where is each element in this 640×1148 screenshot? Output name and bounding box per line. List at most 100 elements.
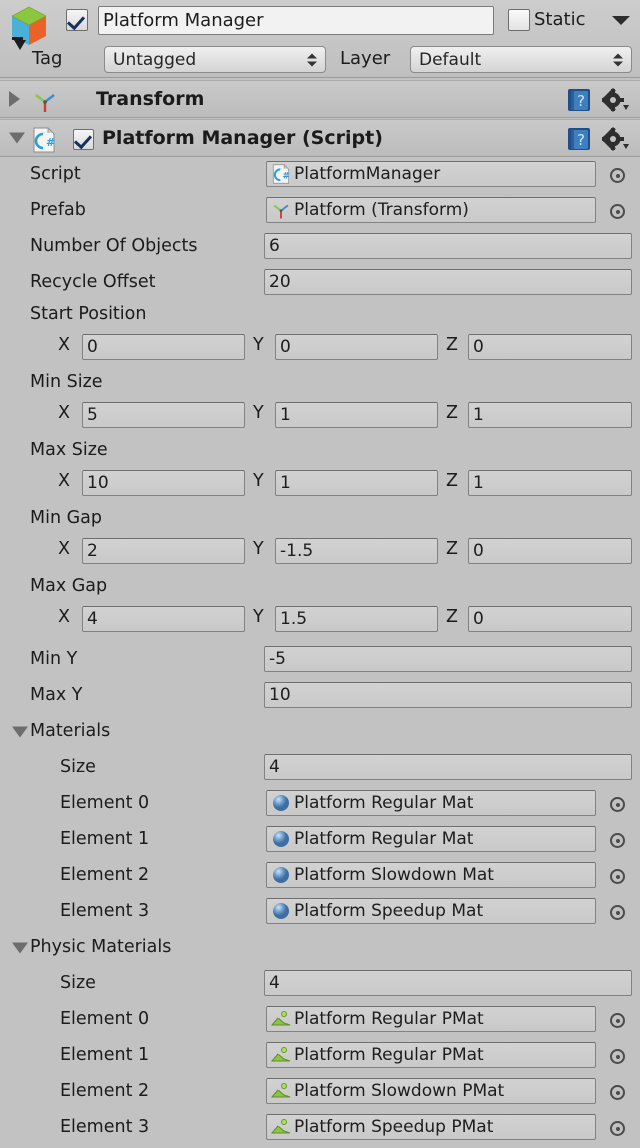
materials-foldout-icon[interactable] (12, 726, 28, 738)
layer-value: Default (419, 49, 482, 70)
max-size-x-input[interactable]: 10 (82, 470, 245, 496)
material-element-1-picker-icon[interactable] (610, 833, 625, 848)
material-element-3-picker-icon[interactable] (610, 905, 625, 920)
array-header-physic-materials[interactable]: Physic Materials (0, 930, 640, 966)
physic-materials-foldout-icon[interactable] (12, 942, 28, 954)
min-size-x-input[interactable]: 5 (82, 402, 245, 428)
layer-dropdown[interactable]: Default (410, 46, 632, 73)
axis-label-x: X (58, 471, 70, 491)
property-row-prefab: Prefab Platform (Transform) (0, 193, 640, 229)
property-row-script: Script # PlatformManager (0, 157, 640, 193)
min-gap-z-value: 0 (473, 541, 484, 561)
component-header-transform[interactable]: Transform ? (0, 80, 640, 118)
physic-material-element-0-value: Platform Regular PMat (294, 1009, 484, 1029)
min-y-label: Min Y (30, 649, 78, 669)
physic-material-element-2-field[interactable]: Platform Slowdown PMat (266, 1078, 596, 1104)
physic-material-element-0-field[interactable]: Platform Regular PMat (266, 1006, 596, 1032)
static-checkbox[interactable] (508, 9, 530, 31)
property-row-physic-materials-size: Size 4 (0, 966, 640, 1002)
material-element-0-field[interactable]: Platform Regular Mat (266, 790, 596, 816)
start-position-y-input[interactable]: 0 (275, 334, 438, 360)
max-gap-x-input[interactable]: 4 (82, 606, 245, 632)
gameobject-active-checkbox[interactable] (66, 9, 88, 31)
max-gap-z-value: 0 (473, 609, 484, 629)
max-gap-y-input[interactable]: 1.5 (275, 606, 438, 632)
tag-dropdown[interactable]: Untagged (104, 46, 326, 73)
prefab-object-field[interactable]: Platform (Transform) (266, 197, 596, 223)
help-book-icon[interactable]: ? (566, 126, 592, 152)
layer-label: Layer (340, 48, 391, 69)
min-size-vector-row: X 5 Y 1 Z 1 (0, 398, 640, 434)
min-gap-y-input[interactable]: -1.5 (275, 538, 438, 564)
min-y-input[interactable]: -5 (264, 646, 632, 672)
static-dropdown-arrow-icon[interactable] (612, 16, 630, 25)
min-size-label: Min Size (30, 372, 103, 392)
array-header-materials[interactable]: Materials (0, 714, 640, 750)
materials-size-input[interactable]: 4 (264, 754, 632, 780)
svg-text:?: ? (577, 131, 585, 149)
gear-icon[interactable] (602, 127, 630, 153)
script-object-picker-icon[interactable] (610, 168, 625, 183)
start-position-x-input[interactable]: 0 (82, 334, 245, 360)
material-sphere-icon (273, 903, 289, 919)
physic-material-element-3-value: Platform Speedup PMat (294, 1117, 494, 1137)
prefab-object-picker-icon[interactable] (610, 204, 625, 219)
material-element-1-field[interactable]: Platform Regular Mat (266, 826, 596, 852)
gear-icon[interactable] (602, 88, 630, 114)
material-element-0-label: Element 0 (60, 793, 150, 813)
physic-material-element-1-picker-icon[interactable] (610, 1049, 625, 1064)
number-of-objects-input[interactable]: 6 (264, 233, 632, 259)
platform-manager-enabled-checkbox[interactable] (73, 129, 94, 150)
recycle-offset-value: 20 (269, 272, 291, 292)
physic-material-element-0-label: Element 0 (60, 1009, 150, 1029)
script-value: PlatformManager (294, 164, 441, 184)
recycle-offset-input[interactable]: 20 (264, 269, 632, 295)
physic-material-element-1-value: Platform Regular PMat (294, 1045, 484, 1065)
material-element-0-picker-icon[interactable] (610, 797, 625, 812)
prefab-value: Platform (Transform) (294, 200, 469, 220)
max-size-z-input[interactable]: 1 (468, 470, 632, 496)
max-size-vector-row: X 10 Y 1 Z 1 (0, 466, 640, 502)
axis-label-y: Y (253, 607, 264, 627)
physic-material-element-0-picker-icon[interactable] (610, 1013, 625, 1028)
property-row-materials-size: Size 4 (0, 750, 640, 786)
material-element-3-field[interactable]: Platform Speedup Mat (266, 898, 596, 924)
min-gap-x-input[interactable]: 2 (82, 538, 245, 564)
physic-material-icon (271, 1119, 291, 1134)
gameobject-name-input[interactable]: Platform Manager (98, 6, 494, 35)
script-object-field[interactable]: # PlatformManager (266, 161, 596, 187)
help-book-icon[interactable]: ? (566, 87, 592, 113)
physic-material-icon (271, 1011, 291, 1026)
transform-title: Transform (96, 88, 205, 110)
max-gap-label: Max Gap (30, 576, 108, 596)
physic-materials-size-input[interactable]: 4 (264, 970, 632, 996)
max-gap-vector-row: X 4 Y 1.5 Z 0 (0, 602, 640, 638)
component-header-platform-manager[interactable]: # Platform Manager (Script) ? (0, 119, 640, 157)
max-gap-z-input[interactable]: 0 (468, 606, 632, 632)
material-element-2-picker-icon[interactable] (610, 869, 625, 884)
axis-label-x: X (58, 335, 70, 355)
material-element-2-field[interactable]: Platform Slowdown Mat (266, 862, 596, 888)
physic-material-element-1-field[interactable]: Platform Regular PMat (266, 1042, 596, 1068)
physic-material-element-1-label: Element 1 (60, 1045, 150, 1065)
gameobject-name-value: Platform Manager (103, 9, 264, 31)
material-sphere-icon (273, 867, 289, 883)
physic-material-element-2-picker-icon[interactable] (610, 1085, 625, 1100)
start-position-z-input[interactable]: 0 (468, 334, 632, 360)
platform-manager-foldout-icon[interactable] (9, 132, 25, 144)
max-size-y-input[interactable]: 1 (275, 470, 438, 496)
list-item-physic-material-2: Element 2 Platform Slowdown PMat (0, 1074, 640, 1110)
transform-foldout-icon[interactable] (9, 91, 20, 107)
svg-text:#: # (46, 136, 55, 149)
physic-material-element-3-picker-icon[interactable] (610, 1121, 625, 1136)
physic-material-icon (271, 1047, 291, 1062)
max-y-input[interactable]: 10 (264, 682, 632, 708)
max-gap-y-value: 1.5 (280, 609, 308, 629)
physic-material-element-3-field[interactable]: Platform Speedup PMat (266, 1114, 596, 1140)
min-gap-z-input[interactable]: 0 (468, 538, 632, 564)
physic-materials-size-label: Size (60, 973, 96, 993)
physic-material-element-2-value: Platform Slowdown PMat (294, 1081, 505, 1101)
physic-materials-size-value: 4 (269, 973, 280, 993)
min-size-z-input[interactable]: 1 (468, 402, 632, 428)
min-size-y-input[interactable]: 1 (275, 402, 438, 428)
